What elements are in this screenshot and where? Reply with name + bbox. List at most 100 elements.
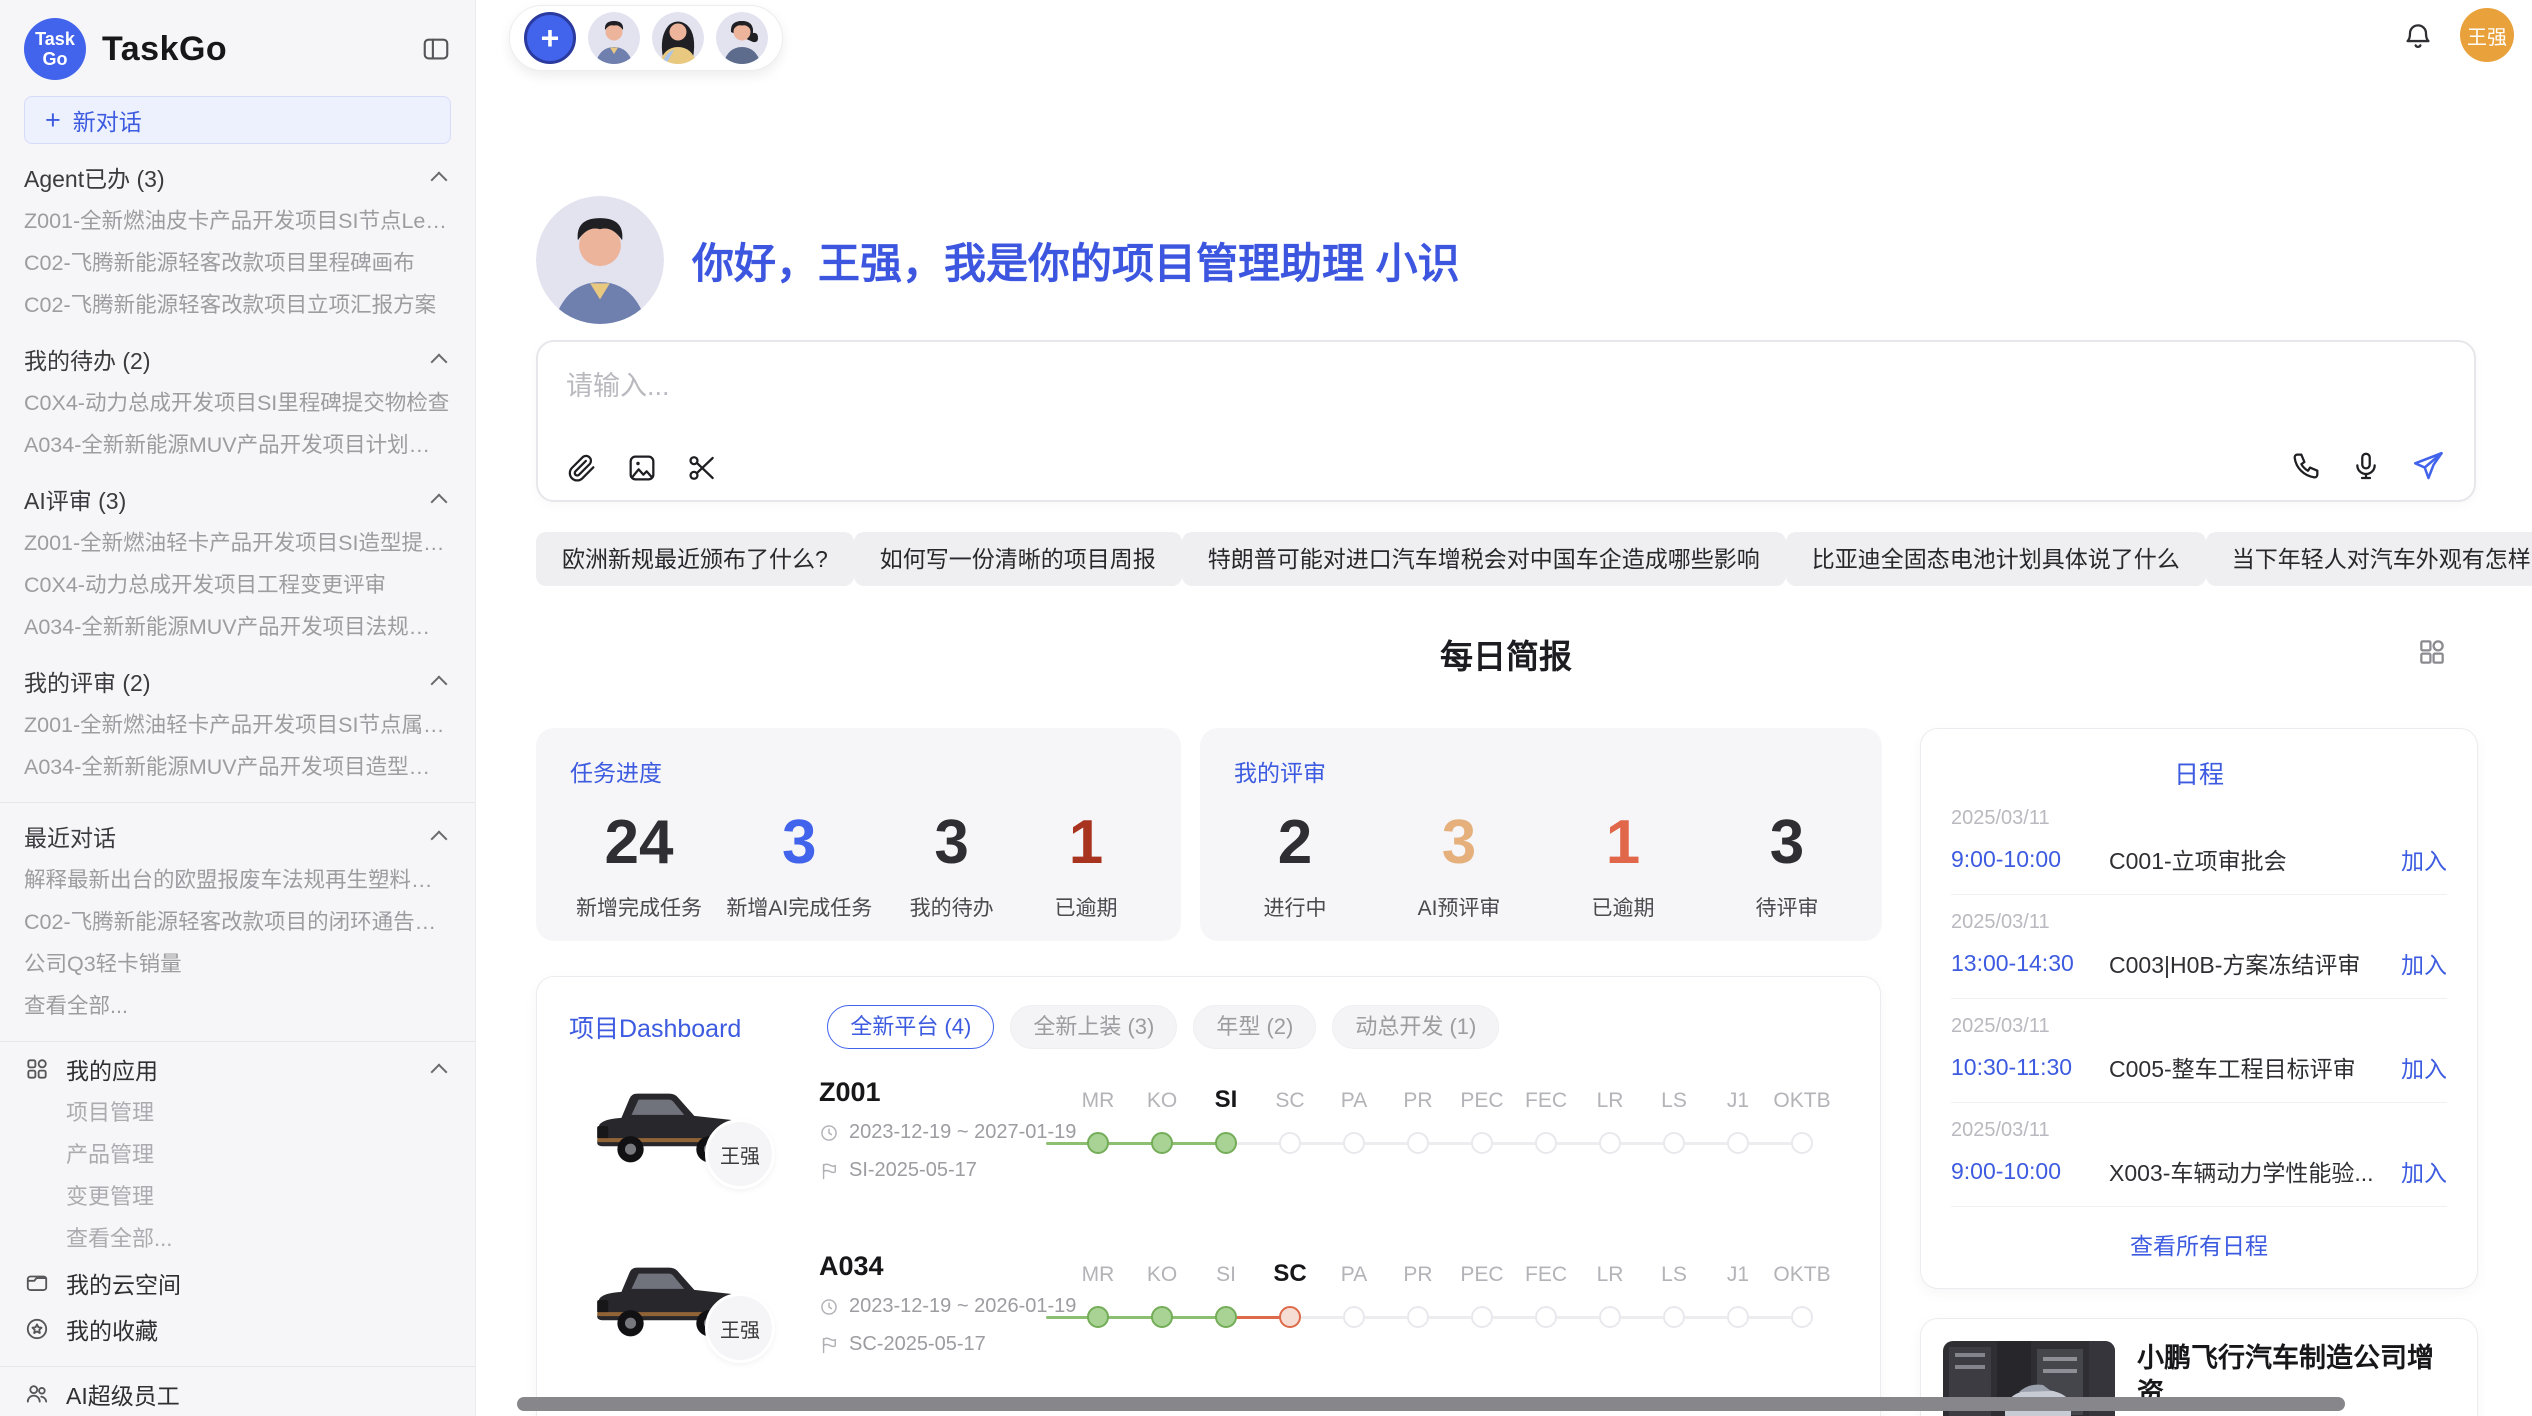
- project-row[interactable]: 王强Z0012023-12-19 ~ 2027-01-19SI-2025-05-…: [569, 1075, 1848, 1223]
- join-meeting-link[interactable]: 加入: [2401, 842, 2447, 876]
- sidebar-item-cloud-space[interactable]: 我的云空间: [24, 1260, 451, 1306]
- send-icon[interactable]: [2410, 448, 2446, 484]
- schedule-date: 2025/03/11: [1951, 911, 2447, 934]
- schedule-row: 9:00-10:00C001-立项审批会加入: [1951, 842, 2447, 876]
- recent-chat-item[interactable]: C02-飞腾新能源轻客改款项目的闭环通告反馈情况: [24, 901, 451, 943]
- app-logo: Task Go: [24, 18, 86, 80]
- schedule-item: 2025/03/119:00-10:00X003-车辆动力学性能验...加入: [1951, 1103, 2447, 1206]
- milestone-timeline: MRKOSISCPAPRPECFECLRLSJ1OKTB: [1064, 1081, 1854, 1201]
- app-sub-item[interactable]: 项目管理: [24, 1092, 451, 1134]
- agent-avatar-3[interactable]: [716, 12, 768, 64]
- stat-label: 新增AI完成任务: [726, 892, 872, 922]
- app-logo-text-bottom: Go: [43, 49, 68, 69]
- project-dates: 2023-12-19 ~ 2027-01-19: [819, 1121, 1076, 1144]
- image-upload-icon[interactable]: [626, 452, 658, 484]
- task-item[interactable]: Z001-全新燃油轻卡产品开发项目SI节点属性5D文件评审: [24, 704, 451, 746]
- stat-label: AI预评审: [1404, 892, 1514, 922]
- task-item[interactable]: A034-全新新能源MUV产品开发项目法规符合性评审: [24, 606, 451, 648]
- task-item[interactable]: Z001-全新燃油皮卡产品开发项目SI节点Lesson Learn报告: [24, 200, 451, 242]
- app-sub-item[interactable]: 产品管理: [24, 1134, 451, 1176]
- join-meeting-link[interactable]: 加入: [2401, 1050, 2447, 1084]
- sidebar-collapse-icon[interactable]: [421, 34, 451, 64]
- section-title: AI评审 (3): [24, 482, 433, 516]
- recent-chat-item[interactable]: 公司Q3轻卡销量: [24, 943, 451, 985]
- schedule-item: 2025/03/1110:30-11:30C005-整车工程目标评审加入: [1951, 999, 2447, 1102]
- project-row[interactable]: 王强A0342023-12-19 ~ 2026-01-19SC-2025-05-…: [569, 1249, 1848, 1397]
- suggestion-chip[interactable]: 特朗普可能对进口汽车增税会对中国车企造成哪些影响: [1182, 532, 1786, 586]
- dashboard-tab[interactable]: 全新平台 (4): [827, 1005, 994, 1049]
- stat-value: 3: [897, 812, 1007, 874]
- screenshot-icon[interactable]: [686, 452, 718, 484]
- ai-staff-icon: [24, 1381, 50, 1407]
- main-content: + 王强 你好，王强，我是你的项目管理助理 小识 欧洲新规最近颁布了什么?如何写…: [476, 0, 2532, 1416]
- assistant-avatar: [536, 196, 664, 324]
- task-item[interactable]: C02-飞腾新能源轻客改款项目里程碑画布: [24, 242, 451, 284]
- project-dashboard-card: 项目Dashboard 全新平台 (4)全新上装 (3)年型 (2)动总开发 (…: [536, 976, 1881, 1416]
- notification-bell-icon[interactable]: [2402, 20, 2434, 52]
- clock-icon: [819, 1297, 839, 1317]
- layout-grid-icon[interactable]: [2416, 636, 2448, 668]
- sidebar-section-header-3[interactable]: 我的评审 (2): [24, 658, 451, 704]
- suggestion-chip[interactable]: 如何写一份清晰的项目周报: [854, 532, 1182, 586]
- clock-icon: [819, 1123, 839, 1143]
- my-apps-label: 我的应用: [66, 1052, 158, 1086]
- milestone-node: [1087, 1132, 1109, 1154]
- project-date-range: 2023-12-19 ~ 2026-01-19: [849, 1295, 1076, 1318]
- task-item[interactable]: C02-飞腾新能源轻客改款项目立项汇报方案: [24, 284, 451, 326]
- suggestion-chips: 欧洲新规最近颁布了什么?如何写一份清晰的项目周报特朗普可能对进口汽车增税会对中国…: [536, 532, 2476, 586]
- suggestion-chip[interactable]: 当下年轻人对汽车外观有怎样的喜好趋势: [2206, 532, 2532, 586]
- greeting-text: 你好，王强，我是你的项目管理助理 小识: [692, 230, 1460, 291]
- horizontal-scrollbar[interactable]: [517, 1397, 2345, 1411]
- chevron-up-icon: [431, 353, 448, 370]
- chevron-up-icon: [431, 830, 448, 847]
- sidebar-section-header-1[interactable]: 我的待办 (2): [24, 336, 451, 382]
- milestone-node: [1535, 1132, 1557, 1154]
- view-all-chats-link[interactable]: 查看全部...: [24, 985, 451, 1027]
- milestone-timeline: MRKOSISCPAPRPECFECLRLSJ1OKTB: [1064, 1255, 1854, 1375]
- milestone-node: [1791, 1132, 1813, 1154]
- message-input[interactable]: [566, 364, 2266, 424]
- suggestion-chip[interactable]: 欧洲新规最近颁布了什么?: [536, 532, 854, 586]
- user-avatar[interactable]: 王强: [2460, 8, 2514, 62]
- milestone-node: [1343, 1306, 1365, 1328]
- join-meeting-link[interactable]: 加入: [2401, 946, 2447, 980]
- app-sub-item[interactable]: 变更管理: [24, 1176, 451, 1218]
- dashboard-tab[interactable]: 全新上装 (3): [1010, 1005, 1177, 1049]
- dashboard-tab[interactable]: 动总开发 (1): [1332, 1005, 1499, 1049]
- task-item[interactable]: C0X4-动力总成开发项目SI里程碑提交物检查: [24, 382, 451, 424]
- task-item[interactable]: A034-全新新能源MUV产品开发项目计划变更表编写: [24, 424, 451, 466]
- task-item[interactable]: A034-全新新能源MUV产品开发项目造型可行性评审: [24, 746, 451, 788]
- stat-value: 24: [576, 812, 702, 874]
- join-meeting-link[interactable]: 加入: [2401, 1154, 2447, 1188]
- view-all-schedule-link[interactable]: 查看所有日程: [1951, 1227, 2447, 1261]
- app-sub-item[interactable]: 查看全部...: [24, 1218, 451, 1260]
- recent-chats-header[interactable]: 最近对话: [24, 813, 451, 859]
- my-review-title: 我的评审: [1234, 754, 1848, 788]
- project-date-range: 2023-12-19 ~ 2027-01-19: [849, 1121, 1076, 1144]
- schedule-date: 2025/03/11: [1951, 1015, 2447, 1038]
- suggestion-chip[interactable]: 比亚迪全固态电池计划具体说了什么: [1786, 532, 2206, 586]
- microphone-icon[interactable]: [2350, 450, 2382, 482]
- sidebar-item-favorites[interactable]: 我的收藏: [24, 1306, 451, 1352]
- sidebar-item-my-apps[interactable]: 我的应用: [24, 1046, 451, 1092]
- project-flag-date: SC-2025-05-17: [849, 1333, 986, 1356]
- agent-avatar-2[interactable]: [652, 12, 704, 64]
- attachment-icon[interactable]: [566, 452, 598, 484]
- recent-chat-item[interactable]: 解释最新出台的欧盟报废车法规再生塑料比例被调至15%...: [24, 859, 451, 901]
- sidebar-tool-ai-staff[interactable]: AI超级员工: [24, 1371, 451, 1416]
- voice-call-icon[interactable]: [2290, 450, 2322, 482]
- agent-avatar-1[interactable]: [588, 12, 640, 64]
- add-agent-button[interactable]: +: [524, 12, 576, 64]
- task-item[interactable]: Z001-全新燃油轻卡产品开发项目SI造型提交物评审: [24, 522, 451, 564]
- new-chat-button[interactable]: + 新对话: [24, 96, 451, 144]
- milestone-node: [1215, 1132, 1237, 1154]
- task-item[interactable]: C0X4-动力总成开发项目工程变更评审: [24, 564, 451, 606]
- milestone-node: [1471, 1132, 1493, 1154]
- sidebar-section-header-0[interactable]: Agent已办 (3): [24, 154, 451, 200]
- dashboard-tab[interactable]: 年型 (2): [1193, 1005, 1316, 1049]
- sidebar-section-header-2[interactable]: AI评审 (3): [24, 476, 451, 522]
- sidebar-header: Task Go TaskGo: [24, 14, 451, 84]
- sidebar-tool-label: AI超级员工: [66, 1377, 180, 1411]
- divider: [0, 1366, 475, 1367]
- milestone-node: [1215, 1306, 1237, 1328]
